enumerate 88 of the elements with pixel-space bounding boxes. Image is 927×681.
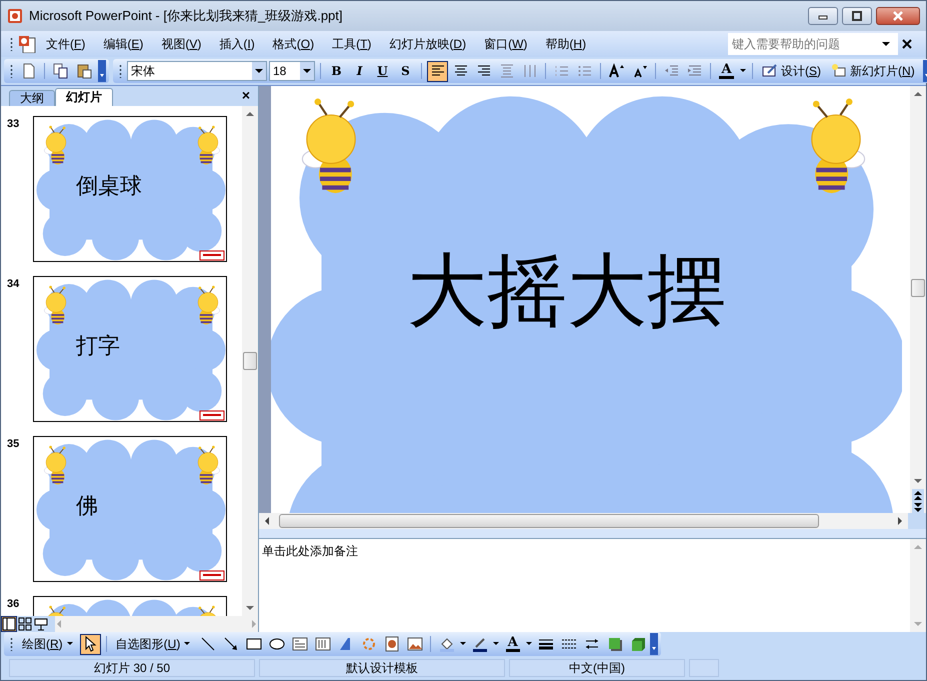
slide-title: 大摇大摆 — [407, 251, 727, 331]
caret-icon[interactable] — [459, 640, 468, 648]
toolbar-options-icon[interactable] — [98, 60, 106, 82]
align-left-icon[interactable] — [427, 60, 448, 82]
font-color-button[interactable]: A — [502, 634, 524, 654]
dropdown-arrow-icon[interactable] — [302, 67, 312, 75]
close-icon[interactable] — [900, 37, 914, 51]
pointer-icon[interactable] — [80, 634, 101, 654]
menu-item[interactable]: 窗口(W) — [476, 33, 536, 55]
slide-number: 33 — [7, 117, 20, 132]
menu-item[interactable]: 文件(F) — [38, 33, 94, 55]
stamp-icon — [200, 250, 224, 260]
scroll-right-icon[interactable] — [896, 516, 904, 526]
status-text: 中文(中国) — [509, 659, 685, 677]
scrollbar[interactable] — [242, 106, 258, 616]
scrollbar-thumb[interactable] — [279, 514, 819, 528]
underline-button[interactable]: U — [372, 60, 393, 82]
caret-icon[interactable] — [739, 67, 747, 75]
menu-item[interactable]: 编辑(E) — [95, 33, 152, 55]
previous-slide-icon[interactable] — [912, 489, 924, 501]
menu-item[interactable]: 插入(I) — [211, 33, 263, 55]
scrollbar-thumb[interactable] — [243, 352, 257, 370]
slide-sorter-icon[interactable] — [17, 616, 33, 632]
font-color-button[interactable]: A — [716, 60, 737, 82]
maximize-button[interactable] — [842, 7, 872, 25]
maximize-icon — [851, 10, 863, 22]
scrollbar-thumb[interactable] — [911, 278, 925, 296]
scrollbar[interactable] — [259, 513, 926, 529]
caret-icon — [66, 640, 74, 648]
window-title: Microsoft PowerPoint - [你来比划我来猜_班级游戏.ppt] — [29, 7, 344, 26]
menu-item[interactable]: 工具(T) — [324, 33, 380, 55]
slide-thumbnail[interactable]: 打字 — [33, 276, 227, 422]
slide-number: 36 — [7, 597, 20, 612]
bee-drawing — [198, 286, 220, 324]
app-icon[interactable] — [7, 8, 23, 24]
caret-icon — [183, 640, 192, 648]
bee-drawing — [198, 446, 220, 484]
status-text: 幻灯片 30 / 50 — [9, 659, 255, 677]
pane-tab[interactable]: 大纲 — [9, 90, 55, 106]
bee-drawing — [44, 126, 66, 164]
slide-number: 34 — [7, 277, 20, 292]
drawing-menu[interactable]: 绘图(R) — [18, 634, 78, 654]
pane-tab[interactable]: 幻灯片 — [55, 88, 113, 106]
normal-view-icon[interactable] — [1, 616, 17, 632]
status-text: 默认设计模板 — [259, 659, 505, 677]
close-button[interactable] — [876, 7, 920, 25]
menu-item[interactable]: 帮助(H) — [537, 33, 594, 55]
stamp-icon — [200, 570, 224, 580]
slide-text: 倒桌球 — [76, 172, 142, 200]
slide-text: 打字 — [76, 332, 120, 360]
caret-icon[interactable] — [492, 640, 500, 648]
scroll-down-icon[interactable] — [913, 477, 923, 485]
bold-button[interactable]: B — [326, 60, 347, 82]
scrollbar[interactable] — [910, 86, 926, 513]
new-slide-button[interactable]: 新幻灯片(N) — [827, 60, 919, 82]
status-panel — [689, 659, 719, 677]
slide-text: 佛 — [76, 492, 98, 520]
bee-drawing — [198, 126, 220, 164]
slide-thumbnail[interactable]: 佛 — [33, 436, 227, 582]
slide-number: 35 — [7, 437, 20, 452]
caret-icon[interactable] — [525, 640, 534, 648]
menu-item[interactable]: 格式(O) — [264, 33, 322, 55]
scroll-left-icon[interactable] — [263, 516, 271, 526]
document-icon — [18, 35, 36, 53]
menu-item[interactable]: 幻灯片放映(D) — [381, 33, 474, 55]
design-button[interactable]: 设计(S) — [758, 60, 826, 82]
italic-button[interactable]: I — [349, 60, 370, 82]
bee-drawing — [44, 286, 66, 324]
design-icon[interactable] — [762, 63, 778, 79]
scroll-down-icon[interactable] — [245, 604, 255, 612]
scroll-up-icon[interactable] — [913, 90, 923, 98]
menu-item[interactable]: 视图(V) — [153, 33, 210, 55]
help-search-field[interactable]: 键入需要帮助的问题 — [728, 33, 898, 55]
font-select[interactable]: 宋体 — [127, 61, 267, 81]
minimize-button[interactable] — [808, 7, 838, 25]
close-pane-button[interactable]: × — [242, 86, 250, 104]
new-slide-icon[interactable] — [831, 63, 848, 79]
font-size-select[interactable]: 18 — [269, 61, 315, 81]
autoshapes-menu[interactable]: 自选图形(U) — [112, 634, 196, 654]
scroll-up-icon[interactable] — [245, 110, 255, 118]
slideshow-icon[interactable] — [33, 616, 49, 632]
dropdown-arrow-icon[interactable] — [254, 67, 264, 75]
bee-drawing — [44, 446, 66, 484]
stamp-icon — [200, 410, 224, 420]
shadow-button[interactable]: S — [395, 60, 416, 82]
toolbar-options-icon[interactable] — [650, 633, 658, 655]
close-icon — [892, 10, 904, 22]
slide-thumbnail[interactable]: 倒桌球 — [33, 116, 227, 262]
